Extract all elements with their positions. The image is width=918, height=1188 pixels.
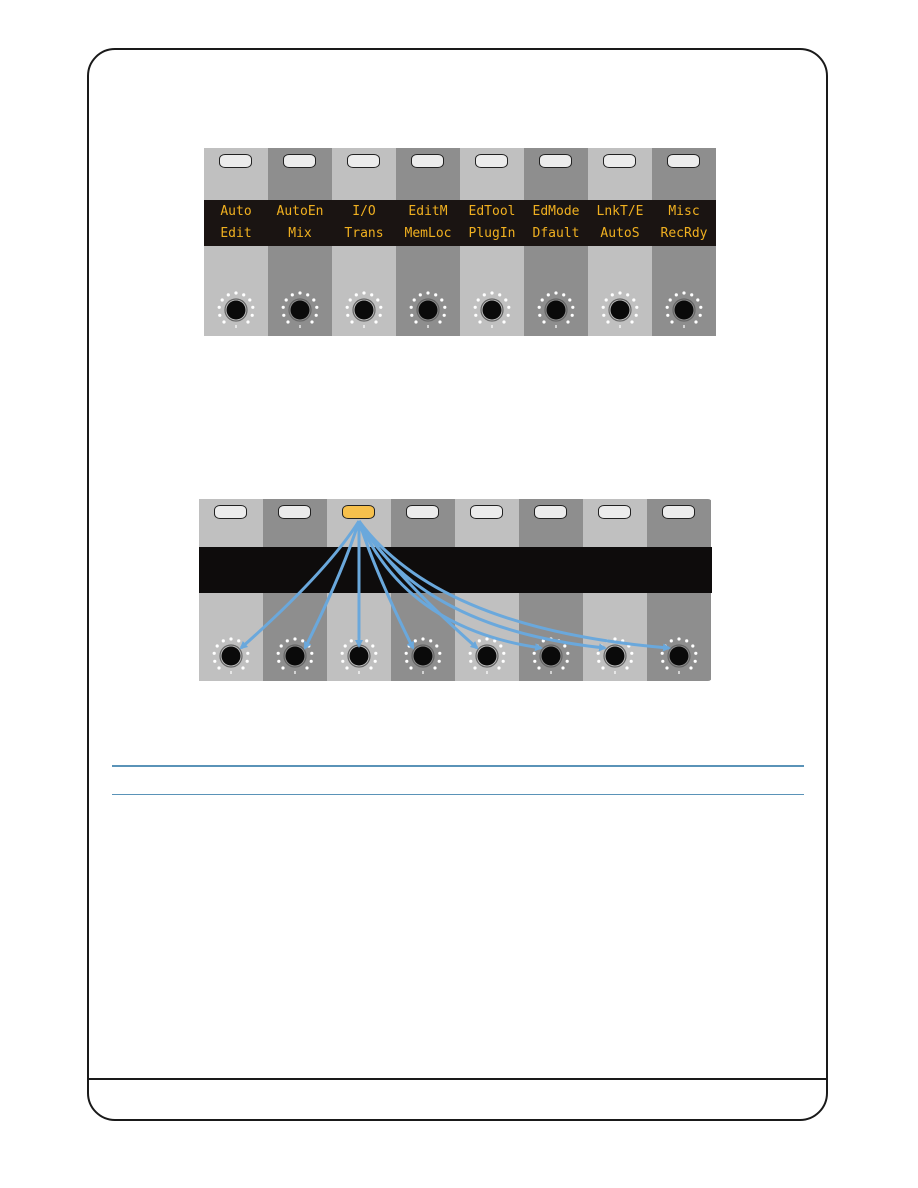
rotary-encoder-knob-icon[interactable] xyxy=(664,290,704,330)
lcd-top-label: LnkT/E xyxy=(596,204,644,219)
rotary-encoder-knob-icon[interactable] xyxy=(531,636,571,676)
active-soft-key-button[interactable] xyxy=(342,505,375,519)
soft-key-button[interactable] xyxy=(347,154,380,168)
lcd-top-label: EdMode xyxy=(532,204,580,219)
soft-key-button[interactable] xyxy=(214,505,247,519)
lcd-bottom-label: Mix xyxy=(288,226,312,241)
lcd-bottom-label: PlugIn xyxy=(468,226,516,241)
rotary-encoder-knob-icon[interactable] xyxy=(595,636,635,676)
soft-key-button[interactable] xyxy=(667,154,700,168)
rotary-encoder-knob-icon[interactable] xyxy=(472,290,512,330)
rotary-encoder-knob-icon[interactable] xyxy=(339,636,379,676)
lcd-top-label: Misc xyxy=(668,204,700,219)
soft-key-display-panel: Auto Edit AutoEn Mix I/O Trans EditM MemLoc EdTo… xyxy=(204,148,716,336)
rotary-encoder-knob-icon[interactable] xyxy=(536,290,576,330)
panel2-lcd-display xyxy=(199,547,712,593)
lcd-bottom-label: RecRdy xyxy=(660,226,708,241)
soft-key-button[interactable] xyxy=(219,154,252,168)
lcd-bottom-label: Trans xyxy=(344,226,384,241)
soft-key-button[interactable] xyxy=(662,505,695,519)
rotary-encoder-knob-icon[interactable] xyxy=(275,636,315,676)
soft-key-button[interactable] xyxy=(283,154,316,168)
lcd-bottom-label: Dfault xyxy=(532,226,580,241)
soft-key-button[interactable] xyxy=(539,154,572,168)
soft-key-button[interactable] xyxy=(411,154,444,168)
lcd-bottom-label: MemLoc xyxy=(404,226,452,241)
soft-key-button[interactable] xyxy=(470,505,503,519)
lcd-top-label: I/O xyxy=(352,204,376,219)
lcd-bottom-label: Edit xyxy=(220,226,252,241)
section-rule-bottom xyxy=(112,794,804,795)
soft-key-button[interactable] xyxy=(406,505,439,519)
panel1-lcd-display: Auto Edit AutoEn Mix I/O Trans EditM MemLoc EdTo… xyxy=(204,200,716,246)
active-key-mapping-panel xyxy=(199,499,712,681)
soft-key-button[interactable] xyxy=(534,505,567,519)
rotary-encoder-knob-icon[interactable] xyxy=(659,636,699,676)
lcd-top-label: EdTool xyxy=(468,204,516,219)
soft-key-button[interactable] xyxy=(475,154,508,168)
rotary-encoder-knob-icon[interactable] xyxy=(211,636,251,676)
lcd-top-label: EditM xyxy=(408,204,448,219)
rotary-encoder-knob-icon[interactable] xyxy=(600,290,640,330)
rotary-encoder-knob-icon[interactable] xyxy=(280,290,320,330)
soft-key-button[interactable] xyxy=(278,505,311,519)
lcd-top-label: AutoEn xyxy=(276,204,324,219)
lcd-bottom-label: AutoS xyxy=(600,226,640,241)
footer-divider xyxy=(87,1078,828,1080)
section-rule-top xyxy=(112,765,804,767)
rotary-encoder-knob-icon[interactable] xyxy=(344,290,384,330)
rotary-encoder-knob-icon[interactable] xyxy=(216,290,256,330)
soft-key-button[interactable] xyxy=(603,154,636,168)
lcd-top-label: Auto xyxy=(220,204,252,219)
rotary-encoder-knob-icon[interactable] xyxy=(403,636,443,676)
rotary-encoder-knob-icon[interactable] xyxy=(467,636,507,676)
rotary-encoder-knob-icon[interactable] xyxy=(408,290,448,330)
soft-key-button[interactable] xyxy=(598,505,631,519)
